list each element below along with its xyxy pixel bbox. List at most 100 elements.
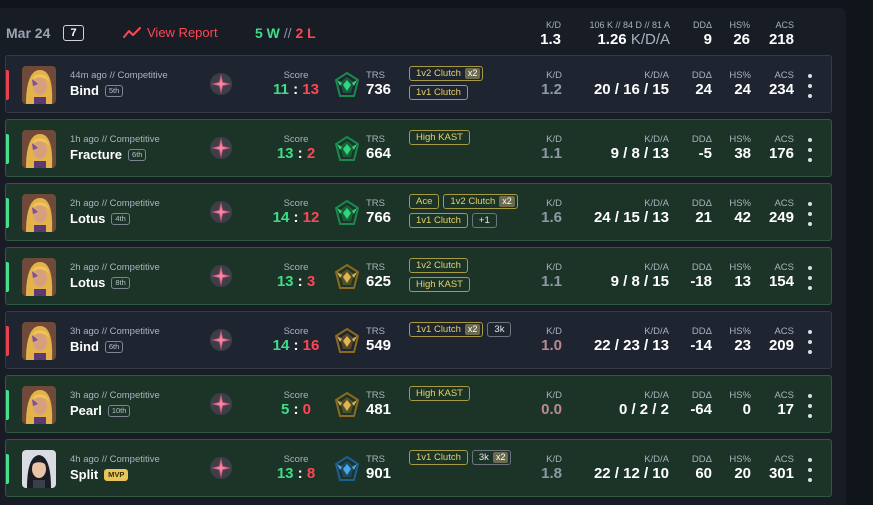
kd-value: 1.1: [541, 145, 562, 162]
dd-stat: DDΔ -18: [680, 262, 712, 291]
summary-hs-value: 26: [733, 31, 750, 48]
record-separator: //: [283, 25, 292, 41]
result-indicator: [6, 326, 9, 356]
trs-tier-icon: [334, 455, 360, 482]
placement-badge: 5th: [104, 84, 124, 97]
dd-stat: DDΔ -14: [680, 326, 712, 355]
map-line: Lotus 4th: [70, 211, 160, 226]
more-options-icon[interactable]: [805, 138, 815, 162]
acs-value: 17: [777, 401, 794, 418]
score-team: 14: [272, 337, 290, 354]
more-options-icon[interactable]: [805, 266, 815, 290]
trs-block: TRS 901: [366, 454, 391, 483]
match-meta: 2h ago // Competitive Lotus 8th: [70, 262, 160, 290]
kda-label: K/D/A: [644, 70, 669, 81]
kd-value: 1.8: [541, 465, 562, 482]
achievement-badge: 1v1 Clutch: [409, 450, 468, 465]
more-options-icon[interactable]: [805, 394, 815, 418]
kd-stat: K/D 1.6: [526, 198, 562, 227]
score-value: 13 : 8: [256, 465, 336, 483]
more-options-icon[interactable]: [805, 330, 815, 354]
map-name: Bind: [70, 83, 99, 98]
hs-value: 0: [742, 401, 751, 418]
acs-stat: ACS 234: [760, 70, 794, 99]
hs-label: HS%: [729, 390, 751, 401]
summary-kd: K/D 1.3: [535, 20, 561, 49]
kd-label: K/D: [546, 326, 562, 337]
badge-label: +1: [478, 215, 490, 226]
dd-value: 21: [695, 209, 712, 226]
kda-label: K/D/A: [644, 390, 669, 401]
score-enemy: 16: [302, 337, 320, 354]
match-time-mode: 3h ago // Competitive: [70, 326, 160, 337]
trs-value: 549: [366, 337, 392, 354]
match-row[interactable]: 44m ago // Competitive Bind 5th Score 11…: [5, 55, 832, 113]
hs-value: 38: [734, 145, 751, 162]
more-options-icon[interactable]: [805, 202, 815, 226]
kda-label: K/D/A: [644, 262, 669, 273]
score-label: Score: [283, 454, 309, 465]
kd-label: K/D: [546, 70, 562, 81]
acs-label: ACS: [774, 134, 794, 145]
match-time-mode: 4h ago // Competitive: [70, 454, 160, 465]
score-colon: :: [289, 337, 303, 354]
dd-label: DDΔ: [691, 134, 712, 145]
map-line: Bind 6th: [70, 339, 160, 354]
rank-icon: [209, 72, 233, 96]
result-indicator: [6, 198, 9, 228]
trs-value: 901: [366, 465, 392, 482]
rank-icon: [209, 136, 233, 160]
score-block: Score 5 : 0: [256, 390, 336, 419]
kd-value: 1.0: [541, 337, 562, 354]
achievement-badge: Ace: [409, 194, 440, 209]
badge-label: 1v1 Clutch: [416, 215, 461, 226]
kd-value: 1.1: [541, 273, 562, 290]
match-row[interactable]: 4h ago // Competitive Split MVP Score 13…: [5, 439, 832, 497]
match-row[interactable]: 1h ago // Competitive Fracture 6th Score…: [5, 119, 832, 177]
badge-label: 1v1 Clutch: [416, 87, 461, 98]
match-time-mode: 3h ago // Competitive: [70, 390, 160, 401]
score-team: 14: [272, 209, 290, 226]
kda-stat: K/D/A 0 / 2 / 2: [569, 390, 669, 419]
kd-value: 1.2: [541, 81, 562, 98]
map-name: Pearl: [70, 403, 102, 418]
result-indicator: [6, 134, 9, 164]
match-row[interactable]: 3h ago // Competitive Bind 6th Score 14 …: [5, 311, 832, 369]
dd-label: DDΔ: [691, 262, 712, 273]
badge-label: 1v2 Clutch: [416, 68, 461, 79]
score-enemy: 8: [306, 465, 316, 482]
kda-label: K/D/A: [644, 454, 669, 465]
dd-stat: DDΔ 21: [680, 198, 712, 227]
map-name: Lotus: [70, 275, 106, 290]
summary-kda-value: 1.26 K/D/A: [570, 31, 670, 49]
acs-label: ACS: [774, 326, 794, 337]
trs-tier-icon: [334, 263, 360, 290]
trs-block: TRS 625: [366, 262, 391, 291]
view-report-link[interactable]: View Report: [123, 25, 218, 40]
hs-stat: HS% 42: [721, 198, 751, 227]
map-line: Fracture 6th: [70, 147, 160, 162]
map-name: Fracture: [70, 147, 123, 162]
more-options-icon[interactable]: [805, 458, 815, 482]
score-colon: :: [289, 401, 303, 418]
more-options-icon[interactable]: [805, 74, 815, 98]
hs-stat: HS% 20: [721, 454, 751, 483]
match-row[interactable]: 2h ago // Competitive Lotus 4th Score 14…: [5, 183, 832, 241]
dd-value: -14: [690, 337, 712, 354]
kda-label: K/D/A: [644, 198, 669, 209]
win-loss-record: 5 W // 2 L: [255, 25, 316, 41]
kda-stat: K/D/A 20 / 16 / 15: [569, 70, 669, 99]
kd-label: K/D: [546, 390, 562, 401]
summary-acs-label: ACS: [775, 20, 794, 30]
match-row[interactable]: 3h ago // Competitive Pearl 10th Score 5…: [5, 375, 832, 433]
result-indicator: [6, 70, 9, 100]
achievement-badge: 1v2 Clutch: [409, 258, 468, 273]
match-row[interactable]: 2h ago // Competitive Lotus 8th Score 13…: [5, 247, 832, 305]
score-label: Score: [283, 70, 309, 81]
summary-kd-value: 1.3: [540, 31, 561, 48]
hs-label: HS%: [729, 326, 751, 337]
score-value: 14 : 12: [256, 209, 336, 227]
score-team: 11: [273, 81, 289, 98]
acs-label: ACS: [774, 198, 794, 209]
result-indicator: [6, 390, 9, 420]
